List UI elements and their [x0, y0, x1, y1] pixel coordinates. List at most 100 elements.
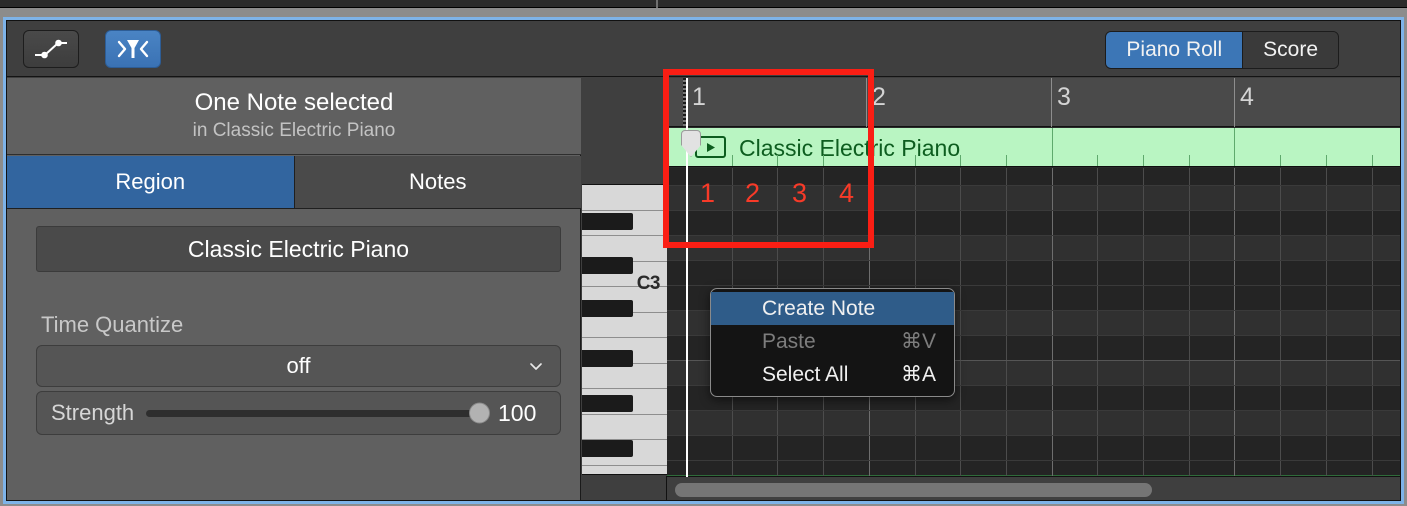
pitch-lane-line	[667, 210, 1400, 211]
strength-slider-track[interactable]	[146, 402, 490, 424]
region-grid-tick	[1052, 128, 1053, 166]
tab-piano-roll[interactable]: Piano Roll	[1106, 32, 1243, 68]
region-grid-tick	[1143, 155, 1144, 166]
pitch-lane-line	[667, 435, 1400, 436]
menu-item-paste: Paste ⌘V	[711, 325, 954, 358]
white-key[interactable]	[582, 185, 667, 211]
grid-bar-line	[1234, 168, 1235, 477]
region-grid-tick	[1372, 155, 1373, 166]
grid-beat-line	[1326, 168, 1327, 477]
grid-beat-line	[1143, 168, 1144, 477]
inspector-body: Classic Electric Piano Time Quantize off…	[7, 210, 581, 500]
selection-title: One Note selected	[194, 89, 394, 116]
menu-item-label: Select All	[762, 362, 849, 386]
flex-time-icon	[117, 40, 149, 58]
pitch-lane-line	[667, 260, 1400, 261]
region-name-label: Classic Electric Piano	[739, 135, 961, 161]
region-lane[interactable]: Classic Electric Piano	[667, 128, 1400, 167]
automation-curve-button[interactable]	[23, 30, 79, 68]
region-grid-tick	[1326, 155, 1327, 166]
strength-label: Strength	[51, 400, 135, 425]
grid-beat-line	[1280, 168, 1281, 477]
menu-item-label: Create Note	[762, 296, 876, 320]
region-grid-tick	[1189, 155, 1190, 166]
pitch-lane-line	[667, 460, 1400, 461]
flex-time-button[interactable]	[105, 30, 161, 68]
pane-seam	[656, 0, 658, 8]
menu-item-label: Paste	[762, 329, 816, 353]
annotation-beat-number: 1	[700, 178, 716, 208]
horizontal-scrollbar[interactable]	[667, 476, 1400, 500]
tab-score[interactable]: Score	[1242, 32, 1338, 68]
annotation-beat-number: 2	[745, 178, 761, 208]
pitch-lane-line	[667, 285, 1400, 286]
grid-beat-line	[1097, 168, 1098, 477]
region-grid-tick	[960, 155, 961, 166]
window-top-strip	[0, 0, 1407, 8]
view-mode-segmented-control[interactable]: Piano Roll Score	[1105, 31, 1339, 69]
context-menu[interactable]: Create Note Paste ⌘V Select All ⌘A	[710, 288, 955, 397]
white-key[interactable]	[582, 465, 667, 474]
piano-roll-canvas: 1234 Classic Electric Piano 1234 Create …	[667, 78, 1400, 500]
region-grid-tick	[1097, 155, 1098, 166]
editor-toolbar: Piano Roll Score	[7, 21, 1400, 77]
key-label-c3: C3	[636, 273, 661, 294]
editor-window: Piano Roll Score One Note selected in Cl…	[6, 20, 1401, 501]
black-key[interactable]	[582, 350, 633, 367]
bar-tick	[866, 78, 867, 127]
region-grid-tick	[777, 155, 778, 166]
region-grid-tick	[823, 155, 824, 166]
menu-item-shortcut: ⌘V	[900, 330, 936, 353]
region-name-field[interactable]: Classic Electric Piano	[36, 226, 561, 272]
bar-tick	[1051, 78, 1052, 127]
scrollbar-thumb[interactable]	[675, 483, 1152, 497]
annotation-beat-number: 3	[792, 178, 808, 208]
strength-slider-knob[interactable]	[469, 402, 490, 424]
keyboard-footer	[582, 476, 667, 500]
time-quantize-label: Time Quantize	[41, 312, 184, 337]
black-key[interactable]	[582, 300, 633, 317]
region-grid-tick	[869, 128, 870, 166]
bar-ruler[interactable]: 1 2 3 4	[667, 78, 1400, 127]
play-icon	[707, 142, 715, 152]
region-grid-tick	[1006, 155, 1007, 166]
tab-notes[interactable]: Notes	[294, 156, 581, 208]
black-key[interactable]	[582, 395, 633, 412]
region-grid-tick	[1280, 155, 1281, 166]
piano-keyboard[interactable]: C3	[582, 184, 667, 475]
chevron-down-icon	[530, 363, 542, 370]
bar-number: 1	[692, 83, 706, 111]
black-key[interactable]	[582, 257, 633, 274]
time-quantize-value: off	[286, 353, 311, 378]
menu-item-select-all[interactable]: Select All ⌘A	[711, 358, 954, 391]
inspector-tabs: Region Notes	[7, 156, 581, 209]
tab-region[interactable]: Region	[7, 156, 295, 208]
logic-pro-editor-window: Piano Roll Score One Note selected in Cl…	[0, 0, 1407, 506]
annotation-beat-number: 4	[839, 178, 855, 208]
pitch-lane-line	[667, 235, 1400, 236]
pitch-lane-line	[667, 185, 1400, 186]
region-grid-tick	[732, 155, 733, 166]
grid-beat-line	[1372, 168, 1373, 477]
bar-number: 2	[872, 83, 886, 111]
white-key[interactable]	[582, 363, 667, 390]
white-key[interactable]	[582, 414, 667, 441]
pitch-lane-line	[667, 410, 1400, 411]
menu-item-shortcut: ⌘A	[900, 363, 936, 386]
black-key[interactable]	[582, 213, 633, 230]
inspector-header: One Note selected in Classic Electric Pi…	[7, 78, 581, 155]
menu-item-create-note[interactable]: Create Note	[711, 292, 954, 325]
inspector-panel: One Note selected in Classic Electric Pi…	[7, 78, 581, 500]
black-key[interactable]	[582, 440, 633, 457]
region-grid-tick	[915, 155, 916, 166]
grid-beat-line	[1006, 168, 1007, 477]
grid-beat-line	[960, 168, 961, 477]
grid-bar-line	[1052, 168, 1053, 477]
time-quantize-select[interactable]: off	[36, 345, 561, 387]
region-grid-tick	[1234, 128, 1235, 166]
bar-number: 3	[1057, 83, 1071, 111]
bar-number: 4	[1240, 83, 1254, 111]
strength-value: 100	[498, 399, 537, 426]
strength-slider-row[interactable]: Strength 100	[36, 391, 561, 435]
grid-beat-line	[1189, 168, 1190, 477]
